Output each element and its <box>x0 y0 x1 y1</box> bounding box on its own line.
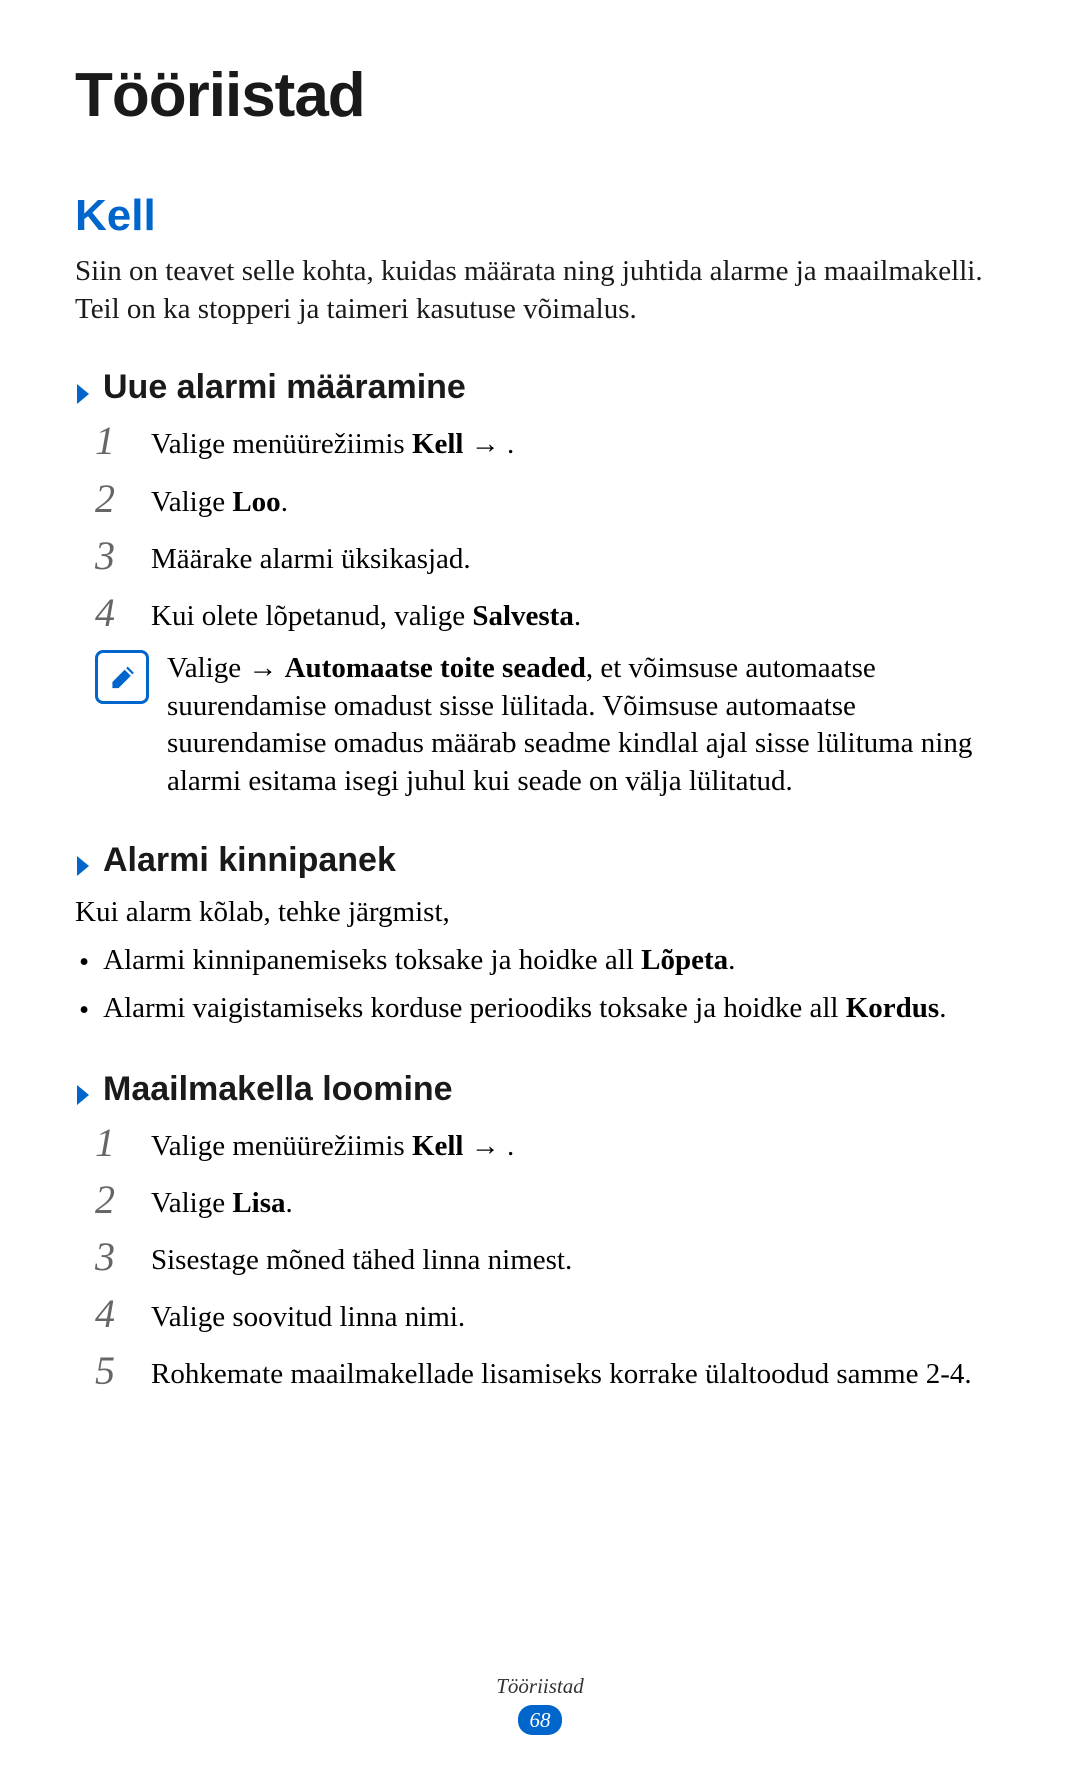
subsection-heading-text: Uue alarmi määramine <box>103 368 466 407</box>
page-number: 68 <box>518 1705 562 1735</box>
step-number: 3 <box>95 1237 143 1277</box>
note-text: Valige → Automaatse toite seaded, et või… <box>167 650 1005 801</box>
page-footer: Tööriistad 68 <box>0 1674 1080 1735</box>
step-number: 2 <box>95 479 143 519</box>
note-icon <box>95 650 149 704</box>
step-item: 1 Valige menüürežiimis Kell → . <box>95 421 1005 464</box>
subsection-heading-worldclock: Maailmakella loomine <box>75 1070 1005 1109</box>
bullet-text: Alarmi vaigistamiseks korduse perioodiks… <box>103 989 1005 1028</box>
step-text: Sisestage mõned tähed linna nimest. <box>151 1237 1005 1280</box>
step-text: Määrake alarmi üksikasjad. <box>151 536 1005 579</box>
step-number: 5 <box>95 1351 143 1391</box>
step-number: 2 <box>95 1180 143 1220</box>
bullet-list: • Alarmi kinnipanemiseks toksake ja hoid… <box>79 941 1005 1029</box>
step-text: Valige soovitud linna nimi. <box>151 1294 1005 1337</box>
step-text: Valige Lisa. <box>151 1180 1005 1223</box>
bullet-dot-icon: • <box>79 991 89 1030</box>
subsection-heading-text: Alarmi kinnipanek <box>103 841 396 880</box>
subsection-heading-alarm: Uue alarmi määramine <box>75 368 1005 407</box>
step-text: Kui olete lõpetanud, valige Salvesta. <box>151 593 1005 636</box>
section-heading: Kell <box>75 191 1005 241</box>
step-item: 3 Sisestage mõned tähed linna nimest. <box>95 1237 1005 1280</box>
step-item: 2 Valige Lisa. <box>95 1180 1005 1223</box>
step-list-worldclock: 1 Valige menüürežiimis Kell → . 2 Valige… <box>95 1123 1005 1395</box>
note-box: Valige → Automaatse toite seaded, et või… <box>95 650 1005 801</box>
chevron-right-icon <box>75 848 93 872</box>
subsection-heading-stop: Alarmi kinnipanek <box>75 841 1005 880</box>
step-text: Valige menüürežiimis Kell → . <box>151 421 1005 464</box>
subsection-heading-text: Maailmakella loomine <box>103 1070 453 1109</box>
chevron-right-icon <box>75 376 93 400</box>
step-item: 2 Valige Loo. <box>95 479 1005 522</box>
intro-text: Siin on teavet selle kohta, kuidas määra… <box>75 253 1005 328</box>
chevron-right-icon <box>75 1077 93 1101</box>
bullet-dot-icon: • <box>79 943 89 982</box>
step-item: 1 Valige menüürežiimis Kell → . <box>95 1123 1005 1166</box>
step-item: 4 Kui olete lõpetanud, valige Salvesta. <box>95 593 1005 636</box>
step-number: 3 <box>95 536 143 576</box>
step-number: 1 <box>95 1123 143 1163</box>
subsection-intro: Kui alarm kõlab, tehke järgmist, <box>75 894 1005 932</box>
step-text: Valige menüürežiimis Kell → . <box>151 1123 1005 1166</box>
step-number: 4 <box>95 1294 143 1334</box>
step-item: 4 Valige soovitud linna nimi. <box>95 1294 1005 1337</box>
bullet-item: • Alarmi vaigistamiseks korduse perioodi… <box>79 989 1005 1030</box>
step-item: 3 Määrake alarmi üksikasjad. <box>95 536 1005 579</box>
step-list-alarm: 1 Valige menüürežiimis Kell → . 2 Valige… <box>95 421 1005 636</box>
bullet-item: • Alarmi kinnipanemiseks toksake ja hoid… <box>79 941 1005 982</box>
footer-label: Tööriistad <box>0 1674 1080 1699</box>
step-text: Rohkemate maailmakellade lisamiseks korr… <box>151 1351 1005 1394</box>
step-item: 5 Rohkemate maailmakellade lisamiseks ko… <box>95 1351 1005 1394</box>
step-number: 4 <box>95 593 143 633</box>
step-number: 1 <box>95 421 143 461</box>
bullet-text: Alarmi kinnipanemiseks toksake ja hoidke… <box>103 941 1005 980</box>
main-heading: Tööriistad <box>75 60 1005 131</box>
step-text: Valige Loo. <box>151 479 1005 522</box>
